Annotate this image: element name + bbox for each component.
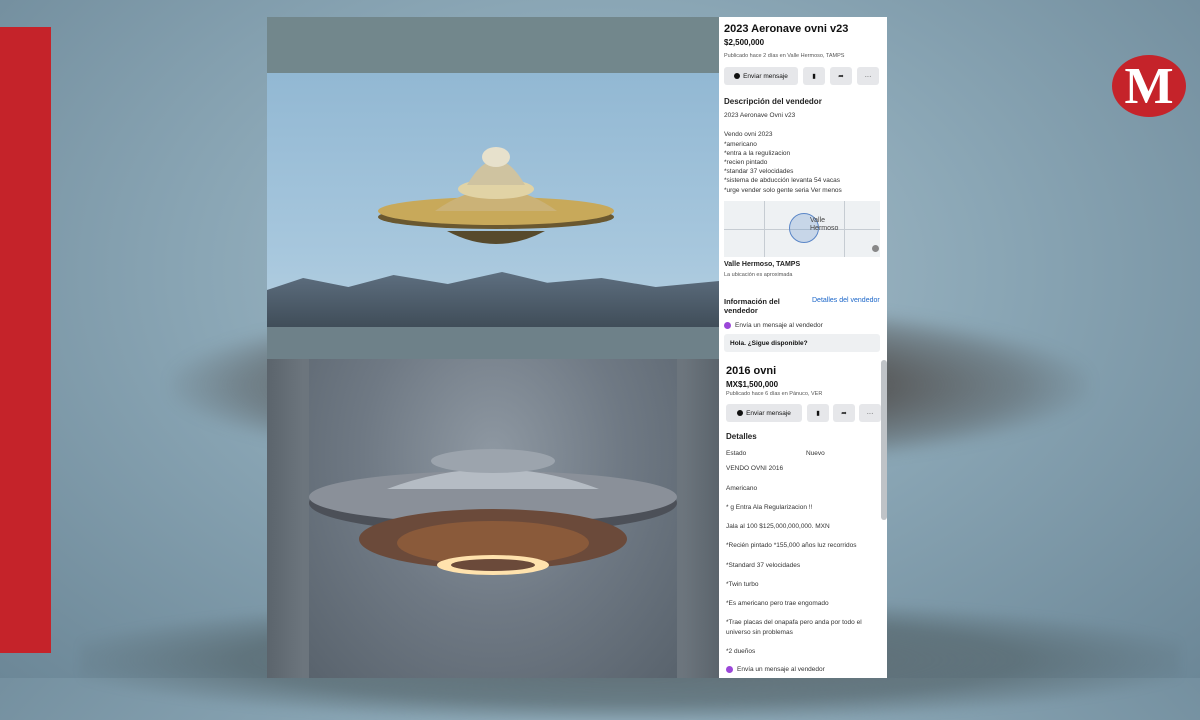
seller-details-link[interactable]: Detalles del vendedor bbox=[812, 297, 880, 304]
share-button-2[interactable]: ➦ bbox=[833, 404, 855, 422]
save-button[interactable]: ▮ bbox=[803, 67, 825, 85]
listing1-posted: Publicado hace 2 días en Valle Hermoso, … bbox=[724, 53, 845, 59]
send-message-label: Envía un mensaje al vendedor bbox=[735, 322, 823, 329]
description-line: * g Entra Ala Regularizacion !! bbox=[726, 504, 813, 511]
details-heading: Detalles bbox=[726, 432, 757, 441]
messenger-icon bbox=[724, 322, 731, 329]
listing1-price: $2,500,000 bbox=[724, 38, 765, 47]
description-line: *Trae placas del onapafa pero anda por t… bbox=[726, 619, 862, 626]
description-line: *recien pintado bbox=[724, 159, 768, 166]
messenger-icon bbox=[726, 666, 733, 673]
listing2-panel: 2016 ovni MX$1,500,000 Publicado hace 6 … bbox=[719, 359, 887, 678]
listing2-photo bbox=[267, 359, 719, 678]
listing2-posted: Publicado hace 6 días en Pánuco, VER bbox=[726, 391, 823, 397]
share-button[interactable]: ➦ bbox=[830, 67, 852, 85]
description-line: 2023 Aeronave Ovni v23 bbox=[724, 112, 796, 119]
scrollbar[interactable] bbox=[881, 360, 887, 520]
bookmark-icon: ▮ bbox=[816, 410, 820, 417]
red-accent-bar bbox=[0, 27, 51, 653]
message-input[interactable]: Hola. ¿Sigue disponible? bbox=[724, 334, 880, 352]
messenger-icon bbox=[737, 410, 744, 416]
description-line: *standar 37 velocidades bbox=[724, 168, 794, 175]
more-button-2[interactable]: ··· bbox=[859, 404, 881, 422]
listing1-photo bbox=[267, 17, 719, 359]
send-message-label-2: Envía un mensaje al vendedor bbox=[737, 666, 825, 673]
location-note: La ubicación es aproximada bbox=[724, 272, 793, 278]
share-icon: ➦ bbox=[841, 410, 847, 417]
seller-info-heading: Información del bbox=[724, 297, 780, 306]
more-icon: ··· bbox=[864, 72, 872, 80]
description-line: Vendo ovni 2023 bbox=[724, 131, 773, 138]
description-heading: Descripción del vendedor bbox=[724, 97, 822, 106]
messenger-icon bbox=[734, 73, 741, 79]
estado-label: Estado bbox=[726, 450, 747, 457]
map-label: Valle Hermoso bbox=[810, 217, 839, 232]
description-line: VENDO OVNI 2016 bbox=[726, 465, 784, 472]
listing2-price: MX$1,500,000 bbox=[726, 380, 779, 389]
more-button[interactable]: ··· bbox=[857, 67, 879, 85]
location-text: Valle Hermoso, TAMPS bbox=[724, 261, 801, 268]
share-icon: ➦ bbox=[838, 73, 844, 80]
info-icon[interactable] bbox=[872, 245, 879, 252]
bookmark-icon: ▮ bbox=[812, 73, 816, 80]
ufo-illustration-2 bbox=[309, 449, 677, 575]
description-line: *urge vender solo gente seria Ver menos bbox=[724, 187, 842, 194]
save-button-2[interactable]: ▮ bbox=[807, 404, 829, 422]
description-line: *Twin turbo bbox=[726, 581, 759, 588]
description-line: Jala al 100 $125,000,000,000. MXN bbox=[726, 523, 830, 530]
location-map[interactable]: Valle Hermoso bbox=[724, 201, 880, 257]
milenio-logo: M bbox=[1112, 55, 1186, 117]
send-message-button-2[interactable]: Enviar mensaje bbox=[726, 404, 802, 422]
description-line: *Recién pintado *155,000 años luz recorr… bbox=[726, 542, 857, 549]
listing1-title: 2023 Aeronave ovni v23 bbox=[724, 23, 849, 35]
estado-value: Nuevo bbox=[806, 450, 825, 457]
description-line: *sistema de abducción levanta 54 vacas bbox=[724, 177, 840, 184]
description-line: *2 dueños bbox=[726, 648, 756, 655]
more-icon: ··· bbox=[866, 409, 874, 417]
description-line: *Es americano pero trae engomado bbox=[726, 600, 829, 607]
description-line: Americano bbox=[726, 485, 758, 492]
description-line: *Standard 37 velocidades bbox=[726, 562, 801, 569]
description-line: *americano bbox=[724, 141, 757, 148]
description-line: universo sin problemas bbox=[726, 629, 793, 636]
seller-info-heading-2: vendedor bbox=[724, 306, 758, 315]
listing2-title: 2016 ovni bbox=[726, 365, 777, 377]
description-line: *entra a la regulizacion bbox=[724, 150, 791, 157]
listing1-panel: 2023 Aeronave ovni v23 $2,500,000 Public… bbox=[719, 17, 887, 359]
send-message-button[interactable]: Enviar mensaje bbox=[724, 67, 798, 85]
